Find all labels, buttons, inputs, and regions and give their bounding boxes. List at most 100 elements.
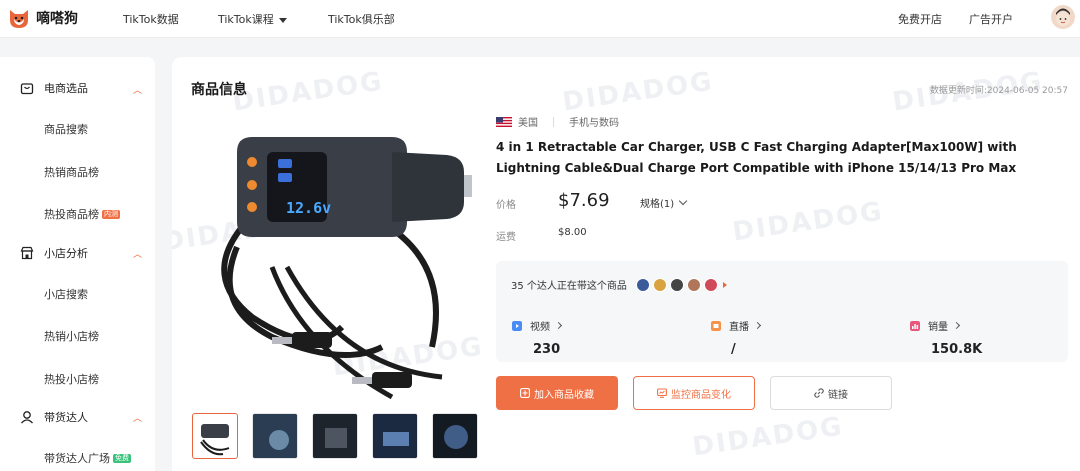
caret-down-icon [278,17,287,23]
influencer-avatar[interactable] [669,277,684,292]
sidebar-item-hot-sales[interactable]: 热销商品榜 [44,164,99,180]
thumbnail-image [313,414,357,458]
sidebar-group-label: 小店分析 [44,247,88,260]
product-info-card: DIDADOG DIDADOG DIDADOG DIDADOG DIDADOG … [172,57,1080,471]
shopping-bag-icon [20,83,34,95]
spec-dropdown[interactable]: 规格(1) [640,195,688,210]
chevron-up-icon[interactable]: ︿ [133,411,142,424]
nav-tiktok-club[interactable]: TikTok俱乐部 [328,11,395,27]
watermark: DIDADOG [230,66,386,118]
sidebar-item-label: 热投商品榜 [44,208,99,221]
spec-label: 规格(1) [640,199,675,210]
free-badge: 免费 [113,453,131,463]
category-label[interactable]: 手机与数码 [569,114,619,129]
live-icon [711,320,721,331]
voltage-display-text: 12.6v [286,199,331,217]
stat-value: / [731,342,736,357]
beta-badge: 内测 [102,209,120,219]
stat-label: 销量 [928,322,948,333]
avatar-face-icon [1056,8,1070,26]
dog-logo-icon [10,10,28,28]
brand-name: 嘀嗒狗 [36,11,78,27]
divider [553,116,554,127]
sidebar: 电商选品 ︿ 商品搜索 热销商品榜 热投商品榜 内测 小店分析 ︿ 小店搜索 热销… [0,57,155,471]
thumbnail-3[interactable] [312,413,358,459]
stat-live[interactable]: 直播 / [711,318,762,357]
stat-sales[interactable]: 销量 150.8K [910,318,982,357]
sidebar-item-store-search[interactable]: 小店搜索 [44,286,88,302]
product-title: 4 in 1 Retractable Car Charger, USB C Fa… [496,140,1017,175]
origin-row: 美国 手机与数码 [496,114,619,129]
brand-logo[interactable]: 嘀嗒狗 [7,6,78,30]
chevron-up-icon[interactable]: ︿ [133,247,142,260]
sidebar-item-hot-ad-stores[interactable]: 热投小店榜 [44,371,99,387]
watermark: DIDADOG [690,411,846,463]
update-timestamp: 数据更新时间:2024-06-05 20:57 [929,86,1068,96]
stat-label: 视频 [530,322,550,333]
price-label: 价格 [496,200,516,211]
us-flag-icon [496,116,512,127]
link-icon [814,388,824,398]
store-icon [20,246,34,260]
add-favorite-button[interactable]: 加入商品收藏 [496,376,618,410]
chevron-right-icon [554,321,563,330]
influencer-row[interactable]: 35 个达人正在带这个商品 [511,277,727,292]
plus-square-icon [520,388,530,398]
sidebar-group-ecommerce[interactable]: 电商选品 [20,80,88,96]
price-value: $7.69 [558,190,610,211]
influencer-count-text: 35 个达人正在带这个商品 [511,281,627,292]
sidebar-item-influencer-plaza[interactable]: 带货达人广场 免费 [44,450,131,466]
nav-free-store[interactable]: 免费开店 [898,11,942,27]
thumbnail-image [253,414,297,458]
thumbnail-5[interactable] [432,413,478,459]
sidebar-group-label: 带货达人 [44,411,88,424]
stats-panel: 35 个达人正在带这个商品 视频 230 直播 / 销量 150.8K [496,261,1068,362]
sidebar-item-hot-stores[interactable]: 热销小店榜 [44,328,99,344]
stat-label-row: 直播 [711,318,762,333]
sidebar-item-hot-ads[interactable]: 热投商品榜 内测 [44,206,120,222]
copy-link-button[interactable]: 链接 [770,376,892,410]
chevron-right-icon [753,321,762,330]
add-favorite-label: 加入商品收藏 [534,389,594,401]
product-main-image[interactable]: 12.6v [192,117,472,407]
copy-link-label: 链接 [828,389,848,401]
sidebar-item-label: 带货达人广场 [44,452,110,465]
chevron-up-icon[interactable]: ︿ [133,83,142,96]
user-icon [21,411,33,424]
stat-label-row: 销量 [910,318,982,333]
chevron-down-icon [678,196,688,205]
user-avatar[interactable] [1051,5,1075,29]
sidebar-item-product-search[interactable]: 商品搜索 [44,121,88,137]
thumbnail-1[interactable] [192,413,238,459]
nav-tiktok-course[interactable]: TikTok课程 [218,11,287,27]
watermark: DIDADOG [730,196,886,248]
thumbnail-2[interactable] [252,413,298,459]
stat-value: 230 [533,342,561,357]
thumbnail-4[interactable] [372,413,418,459]
influencer-avatar[interactable] [635,277,650,292]
caret-right-icon[interactable] [722,281,727,288]
sidebar-group-store[interactable]: 小店分析 [20,245,88,261]
influencer-avatar[interactable] [686,277,701,292]
stat-videos[interactable]: 视频 230 [512,318,563,357]
nav-ad-account[interactable]: 广告开户 [969,11,1013,27]
watermark: DIDADOG [560,66,716,118]
nav-tiktok-data[interactable]: TikTok数据 [123,11,179,27]
thumbnail-image [373,414,417,458]
shipping-value: $8.00 [558,227,587,238]
chevron-right-icon [952,321,961,330]
influencer-avatar[interactable] [703,277,718,292]
shipping-label: 运费 [496,232,516,243]
thumbnail-image [433,414,477,458]
thumbnail-image [200,424,230,456]
monitor-product-label: 监控商品变化 [671,389,731,401]
stat-label: 直播 [729,322,749,333]
monitor-icon [657,388,667,398]
stat-value: 150.8K [931,342,983,357]
stat-label-row: 视频 [512,318,563,333]
monitor-product-button[interactable]: 监控商品变化 [633,376,755,410]
country-label: 美国 [518,118,538,129]
section-title: 商品信息 [191,82,247,98]
influencer-avatar[interactable] [652,277,667,292]
sidebar-group-influencer[interactable]: 带货达人 [20,409,88,425]
